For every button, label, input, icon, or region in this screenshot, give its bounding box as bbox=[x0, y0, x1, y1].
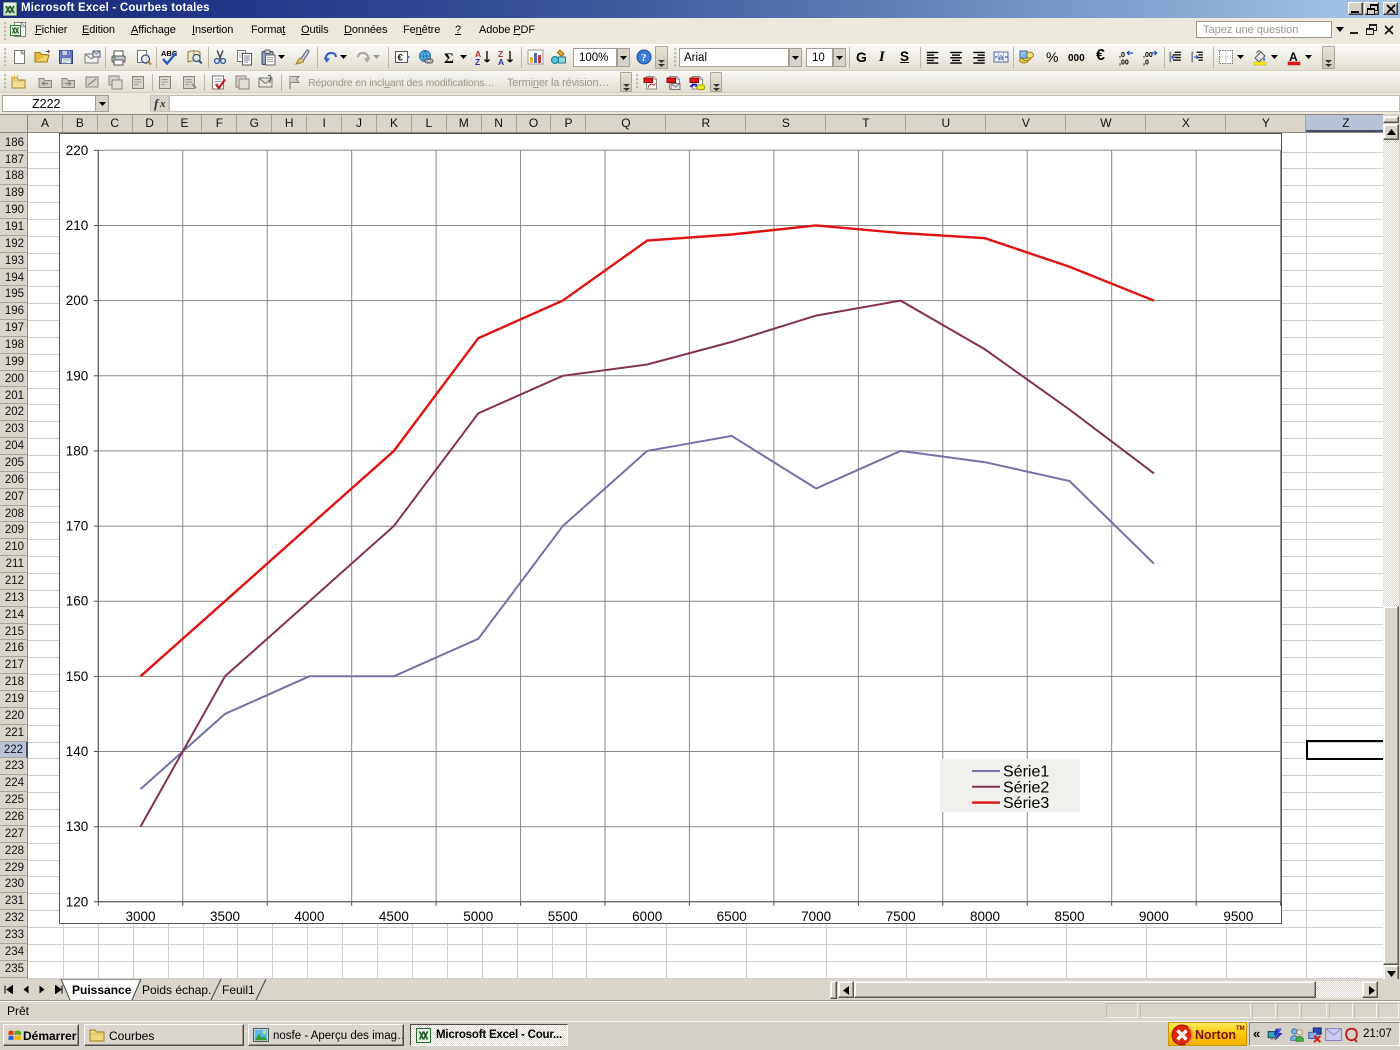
svg-text:180: 180 bbox=[66, 443, 89, 458]
svg-text:A: A bbox=[498, 57, 504, 66]
svg-text:,00: ,00 bbox=[1119, 60, 1129, 67]
svg-text:3500: 3500 bbox=[210, 909, 240, 924]
svg-text:6500: 6500 bbox=[717, 909, 747, 924]
svg-text:Σ: Σ bbox=[444, 51, 454, 66]
svg-text:200: 200 bbox=[66, 293, 89, 308]
svg-text:a: a bbox=[999, 53, 1004, 62]
svg-text:160: 160 bbox=[66, 594, 89, 609]
svg-text:Z: Z bbox=[475, 57, 480, 66]
svg-text:130: 130 bbox=[66, 819, 89, 834]
svg-text:8000: 8000 bbox=[970, 909, 1000, 924]
svg-text:4500: 4500 bbox=[379, 909, 409, 924]
svg-text:120: 120 bbox=[66, 894, 89, 909]
svg-text:7500: 7500 bbox=[886, 909, 916, 924]
svg-text:9500: 9500 bbox=[1223, 909, 1253, 924]
svg-text:6000: 6000 bbox=[632, 909, 662, 924]
svg-text:€: € bbox=[398, 53, 404, 64]
svg-text:9000: 9000 bbox=[1139, 909, 1169, 924]
svg-text:3000: 3000 bbox=[125, 909, 155, 924]
svg-text:Série2: Série2 bbox=[1003, 779, 1049, 796]
svg-text:Série3: Série3 bbox=[1003, 795, 1049, 812]
svg-text:170: 170 bbox=[66, 519, 89, 534]
svg-text:,0: ,0 bbox=[1143, 60, 1149, 67]
svg-text:,0: ,0 bbox=[1119, 52, 1125, 59]
svg-text:220: 220 bbox=[66, 143, 89, 158]
svg-text:7000: 7000 bbox=[801, 909, 831, 924]
svg-text:140: 140 bbox=[66, 744, 89, 759]
svg-text:190: 190 bbox=[66, 368, 89, 383]
svg-text:4000: 4000 bbox=[294, 909, 324, 924]
svg-text:5500: 5500 bbox=[548, 909, 578, 924]
svg-text:150: 150 bbox=[66, 669, 89, 684]
svg-text:210: 210 bbox=[66, 218, 89, 233]
svg-text:5000: 5000 bbox=[463, 909, 493, 924]
svg-text:8500: 8500 bbox=[1054, 909, 1084, 924]
svg-text:Série1: Série1 bbox=[1003, 764, 1049, 781]
svg-text:?: ? bbox=[641, 52, 647, 64]
